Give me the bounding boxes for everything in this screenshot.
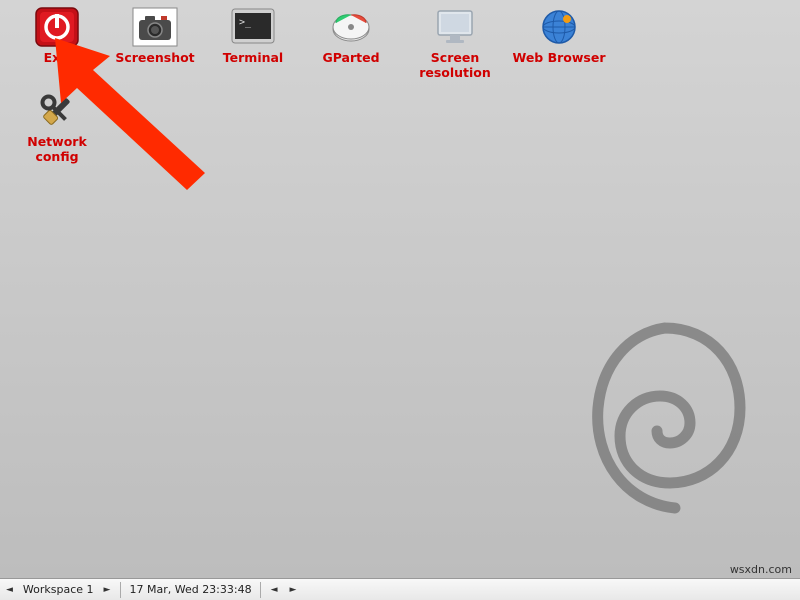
tools-icon	[33, 90, 81, 132]
desktop-icon-label: Exit	[44, 50, 71, 65]
desktop-icon-label: Network config	[8, 134, 106, 164]
camera-icon	[131, 6, 179, 48]
workspace-next-button[interactable]: ►	[98, 585, 117, 595]
taskbar-separator	[260, 582, 261, 598]
debian-logo	[580, 308, 750, 518]
taskbar-nav-left[interactable]: ◄	[265, 585, 284, 595]
desktop-icon-exit[interactable]: Exit	[8, 6, 106, 80]
svg-text:>_: >_	[239, 17, 252, 28]
monitor-icon	[431, 6, 479, 48]
desktop-icon-terminal[interactable]: >_ Terminal	[204, 6, 302, 80]
desktop-icon-label: Terminal	[223, 50, 283, 65]
terminal-icon: >_	[229, 6, 277, 48]
desktop-icon-network-config[interactable]: Network config	[8, 90, 106, 164]
taskbar-clock: 17 Mar, Wed 23:33:48	[125, 583, 255, 596]
desktop-icon-row-1: Exit Screenshot >_	[0, 0, 800, 80]
taskbar-separator	[120, 582, 121, 598]
desktop-icon-label: Web Browser	[512, 50, 605, 65]
desktop-icon-screen-resolution[interactable]: Screen resolution	[400, 6, 510, 80]
power-icon	[33, 6, 81, 48]
taskbar-nav-right[interactable]: ►	[284, 585, 303, 595]
workspace-prev-button[interactable]: ◄	[0, 585, 19, 595]
desktop: Exit Screenshot >_	[0, 0, 800, 578]
desktop-icon-screenshot[interactable]: Screenshot	[106, 6, 204, 80]
watermark: wsxdn.com	[730, 563, 792, 576]
desktop-icon-gparted[interactable]: GParted	[302, 6, 400, 80]
desktop-icon-label: GParted	[322, 50, 379, 65]
workspace-label[interactable]: Workspace 1	[19, 583, 98, 596]
desktop-icon-web-browser[interactable]: Web Browser	[510, 6, 608, 80]
desktop-icon-row-2: Network config	[0, 84, 800, 164]
disk-icon	[327, 6, 375, 48]
desktop-icon-label: Screenshot	[115, 50, 194, 65]
globe-icon	[535, 6, 583, 48]
taskbar: ◄ Workspace 1 ► 17 Mar, Wed 23:33:48 ◄ ►	[0, 578, 800, 600]
desktop-icon-label: Screen resolution	[400, 50, 510, 80]
